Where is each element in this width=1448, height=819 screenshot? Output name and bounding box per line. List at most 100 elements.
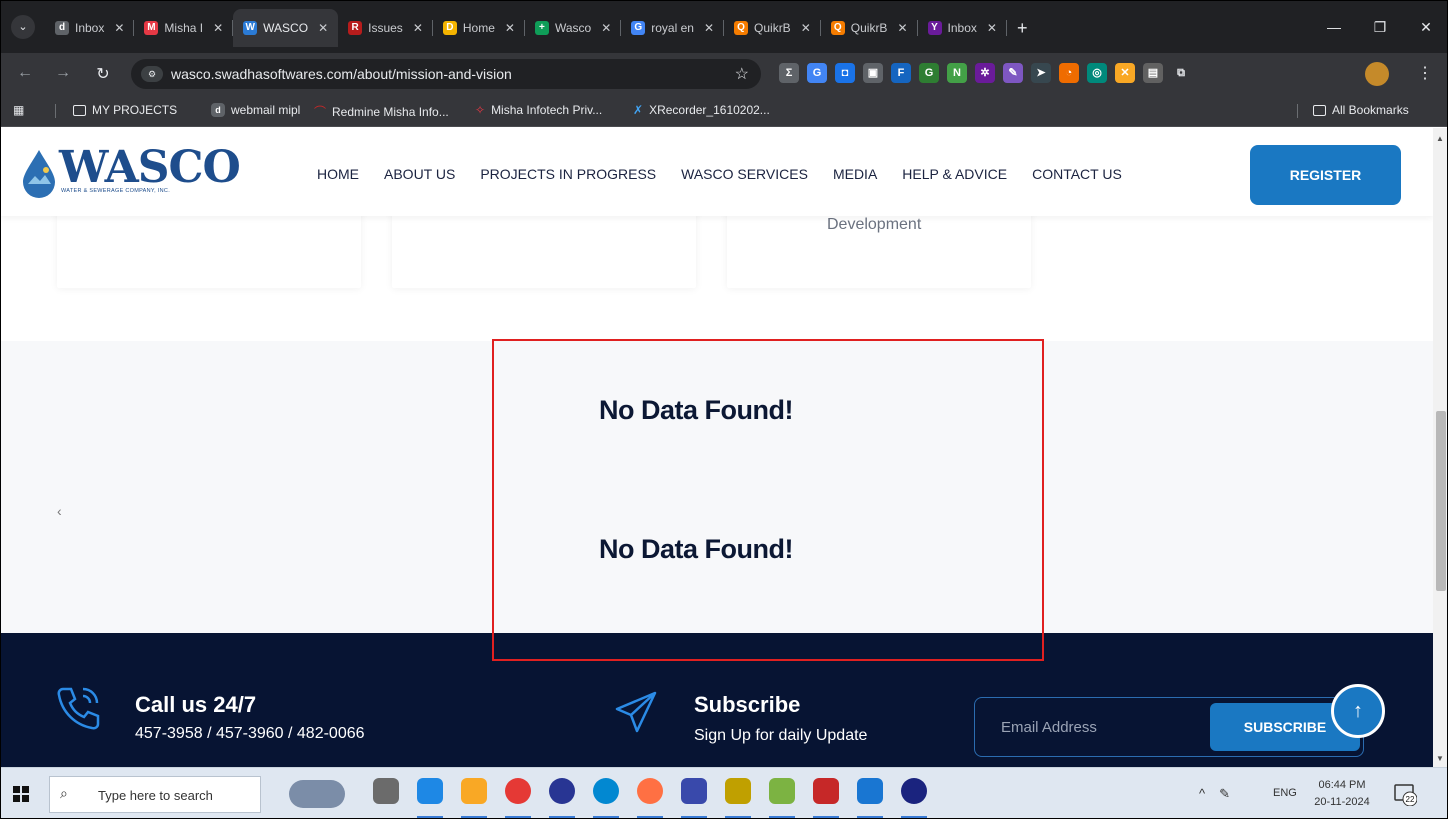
tab-close-icon[interactable]: ✕ (897, 21, 907, 35)
bookmark-xrecorder[interactable]: ✗ XRecorder_1610202... (633, 103, 770, 117)
browser-tab[interactable]: + Wasco ✕ (525, 9, 622, 47)
nav-about-us[interactable]: ABOUT US (384, 166, 455, 182)
site-logo[interactable]: WASCO (59, 142, 241, 193)
skype-business-icon[interactable] (857, 778, 883, 818)
browser-tab[interactable]: d Inbox ✕ (45, 9, 135, 47)
taskbar-search-box[interactable]: ⌕ Type here to search (49, 776, 261, 813)
address-bar[interactable]: ⚙ wasco.swadhasoftwares.com/about/missio… (131, 59, 761, 89)
edge-icon[interactable] (593, 778, 619, 818)
puzzle-extension-icon[interactable]: ⧉ (1171, 63, 1191, 83)
n-extension-icon[interactable]: N (947, 63, 967, 83)
tab-close-icon[interactable]: ✕ (505, 21, 515, 35)
cursor-extension-icon[interactable]: ➤ (1031, 63, 1051, 83)
clock-time: 06:44 PM (1318, 779, 1366, 791)
x-extension-icon[interactable]: ✕ (1115, 63, 1135, 83)
restore-icon[interactable]: ❐ (1357, 1, 1403, 53)
snipping-tool-icon[interactable] (725, 778, 751, 818)
circle-extension-icon[interactable]: ◎ (1087, 63, 1107, 83)
subscribe-form: SUBSCRIBE (974, 697, 1364, 757)
scrollbar-thumb[interactable] (1436, 411, 1446, 591)
nav-projects-in-progress[interactable]: PROJECTS IN PROGRESS (480, 166, 656, 182)
back-icon[interactable]: ← (15, 64, 35, 82)
email-input[interactable] (975, 698, 1205, 756)
window-extension-icon[interactable]: ▣ (863, 63, 883, 83)
eclipse-icon[interactable] (549, 778, 575, 818)
screen-extension-icon[interactable]: ◘ (835, 63, 855, 83)
browser-menu-icon[interactable]: ⋮ (1417, 63, 1433, 83)
carousel-prev-icon[interactable]: ‹ (57, 503, 62, 519)
grammarly-extension-icon[interactable]: G (919, 63, 939, 83)
tab-close-icon[interactable]: ✕ (114, 21, 124, 35)
tab-search-icon[interactable]: ⌄ (11, 15, 35, 39)
eclipse-ide-icon[interactable] (901, 778, 927, 818)
scroll-up-icon[interactable]: ▲ (1436, 134, 1444, 143)
tab-favicon-icon: + (534, 21, 549, 35)
nav-help-advice[interactable]: HELP & ADVICE (902, 166, 1007, 182)
notification-center-icon[interactable]: 22 (1393, 782, 1417, 806)
tab-favicon-icon: G (631, 21, 646, 35)
scroll-to-top-button[interactable]: ↑ (1331, 684, 1385, 738)
nav-home[interactable]: HOME (317, 166, 359, 182)
chrome-icon[interactable] (505, 778, 531, 818)
sigma-extension-icon[interactable]: Σ (779, 63, 799, 83)
tab-close-icon[interactable]: ✕ (413, 21, 423, 35)
fi-extension-icon[interactable]: F (891, 63, 911, 83)
tab-close-icon[interactable]: ✕ (318, 21, 328, 35)
bookmark-redmine[interactable]: ⌒ Redmine Misha Info... (314, 103, 449, 120)
skype-icon[interactable] (417, 778, 443, 818)
windows-start-icon[interactable] (13, 786, 29, 802)
forward-icon[interactable]: → (53, 64, 73, 82)
url-text[interactable]: wasco.swadhasoftwares.com/about/mission-… (171, 66, 512, 82)
file-explorer-icon[interactable] (461, 778, 487, 818)
nav-contact-us[interactable]: CONTACT US (1032, 166, 1122, 182)
pen-icon[interactable]: ✎ (1219, 786, 1230, 802)
pen-extension-icon[interactable]: ✎ (1003, 63, 1023, 83)
show-hidden-icons-icon[interactable]: ^ (1199, 786, 1205, 802)
tab-close-icon[interactable]: ✕ (801, 21, 811, 35)
bookmark-webmail[interactable]: d webmail mipl (211, 103, 300, 117)
tab-close-icon[interactable]: ✕ (704, 21, 714, 35)
search-highlight-image[interactable] (289, 780, 345, 808)
site-info-icon[interactable]: ⚙ (141, 66, 163, 82)
nav-media[interactable]: MEDIA (833, 166, 877, 182)
task-view-icon[interactable] (373, 778, 399, 804)
tab-close-icon[interactable]: ✕ (601, 21, 611, 35)
tab-close-icon[interactable]: ✕ (213, 21, 223, 35)
browser-tab[interactable]: W WASCO ✕ (233, 9, 339, 47)
bookmark-my-projects[interactable]: MY PROJECTS (73, 103, 177, 117)
firefox-icon[interactable] (637, 778, 663, 818)
all-bookmarks[interactable]: All Bookmarks (1313, 103, 1409, 117)
taskbar-clock[interactable]: 06:44 PM 20-11-2024 (1309, 777, 1375, 811)
tab-close-icon[interactable]: ✕ (987, 21, 997, 35)
antivirus-icon[interactable] (813, 778, 839, 818)
browser-tab[interactable]: R Issues ✕ (338, 9, 433, 47)
close-window-icon[interactable]: ✕ (1403, 1, 1447, 53)
profile-avatar[interactable] (1365, 62, 1389, 86)
sparkle-extension-icon[interactable]: ✲ (975, 63, 995, 83)
nav-wasco-services[interactable]: WASCO SERVICES (681, 166, 808, 182)
bookmark-misha-infotech[interactable]: ✧ Misha Infotech Priv... (475, 103, 602, 117)
browser-tab[interactable]: Groyal en ✕ (621, 9, 725, 47)
apps-grid-icon[interactable]: ▦ (13, 103, 24, 117)
browser-tab[interactable]: M Misha I ✕ (134, 9, 234, 47)
reload-icon[interactable]: ↻ (93, 64, 113, 84)
subscribe-text: Sign Up for daily Update (694, 727, 868, 744)
chrome-canary-icon[interactable] (681, 778, 707, 818)
browser-tab[interactable]: Q QuikrB ✕ (821, 9, 918, 47)
card-text: Development (827, 216, 922, 233)
editor-icon[interactable] (769, 778, 795, 818)
translate-extension-icon[interactable]: G (807, 63, 827, 83)
bookmark-star-icon[interactable]: ☆ (735, 64, 749, 84)
crx-extension-icon[interactable]: ▤ (1143, 63, 1163, 83)
scroll-down-icon[interactable]: ▼ (1436, 754, 1444, 763)
browser-tab[interactable]: Q QuikrB ✕ (724, 9, 821, 47)
tab-title: Inbox (947, 21, 977, 35)
browser-tab[interactable]: Y Inbox ✕ (918, 9, 1007, 47)
page-scrollbar[interactable]: ▲ ▼ (1433, 128, 1447, 767)
register-button[interactable]: REGISTER (1250, 145, 1401, 205)
browser-tab[interactable]: D Home ✕ (433, 9, 525, 47)
new-tab-icon[interactable]: + (1007, 9, 1038, 47)
language-indicator[interactable]: ENG (1273, 787, 1297, 799)
minimize-icon[interactable]: — (1311, 1, 1357, 53)
color-extension-icon[interactable]: ◔ (1059, 63, 1079, 83)
